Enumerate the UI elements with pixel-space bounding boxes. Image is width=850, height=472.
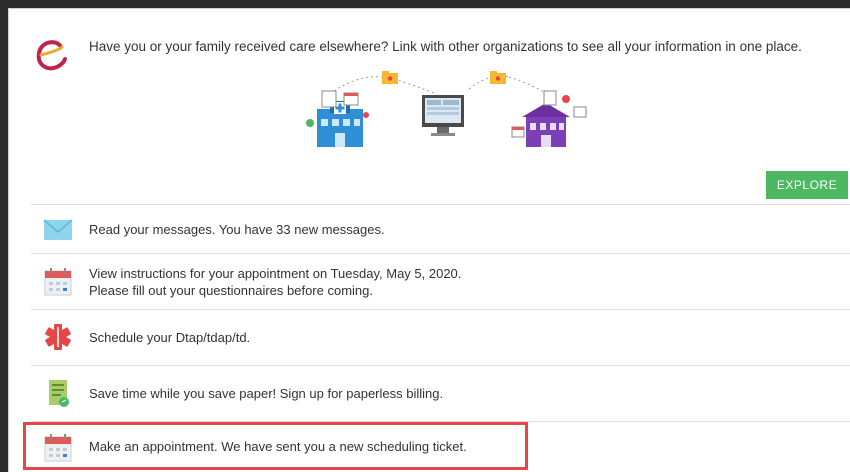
list-item-text[interactable]: Schedule your Dtap/tdap/td.: [89, 329, 250, 346]
care-everywhere-panel: Have you or your family received care el…: [8, 8, 850, 472]
list-item-text[interactable]: View instructions for your appointment o…: [89, 265, 461, 299]
calendar-icon: [44, 268, 72, 296]
highlight-box: [23, 422, 528, 470]
list-item-schedule-vaccine[interactable]: Schedule your Dtap/tdap/td.: [31, 310, 850, 365]
list-item-text[interactable]: Save time while you save paper! Sign up …: [89, 385, 443, 402]
list-item-text[interactable]: Read your messages. You have 33 new mess…: [89, 221, 385, 238]
list-item-line: Please fill out your questionnaires befo…: [89, 283, 373, 298]
paperless-bill-icon: [49, 380, 69, 407]
list-item-appointment-instructions[interactable]: View instructions for your appointment o…: [31, 254, 850, 309]
envelope-icon: [43, 219, 73, 240]
linked-organizations-illustration: [306, 71, 587, 147]
epic-e-logo-icon: [36, 40, 67, 71]
care-everywhere-intro-text: Have you or your family received care el…: [89, 39, 802, 54]
medical-star-icon: [45, 324, 71, 350]
list-item-paperless-billing[interactable]: Save time while you save paper! Sign up …: [31, 366, 850, 421]
explore-button[interactable]: EXPLORE: [766, 171, 848, 199]
list-item-line: View instructions for your appointment o…: [89, 266, 462, 281]
list-item-messages[interactable]: Read your messages. You have 33 new mess…: [31, 205, 850, 253]
